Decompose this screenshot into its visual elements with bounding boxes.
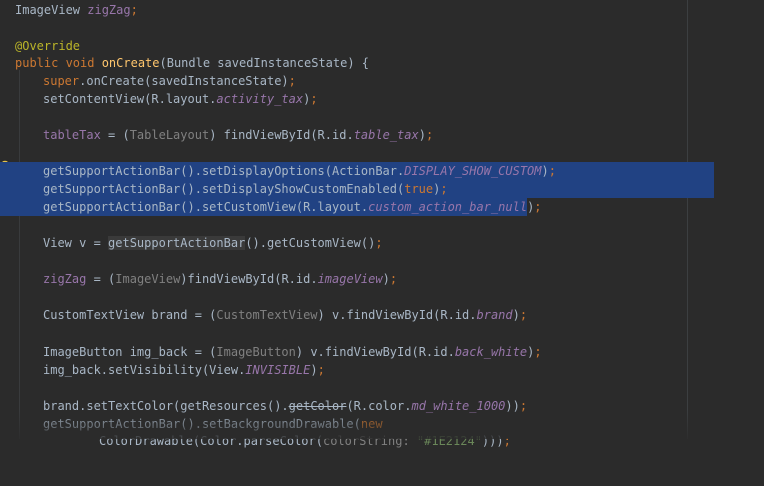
code-line-12[interactable]: getSupportActionBar().setCustomView(R.la… [0, 198, 542, 216]
call-token: getSupportActionBar().setBackgroundDrawa… [43, 417, 361, 431]
semicolon-token: ; [317, 363, 325, 377]
call-token: getSupportActionBar [108, 236, 246, 250]
code-line-24[interactable]: getSupportActionBar().setBackgroundDrawa… [0, 415, 764, 433]
code-line-1[interactable]: ImageView zigZag; [0, 1, 764, 19]
code-line-21[interactable]: img_back.setVisibility(View.INVISIBLE); [0, 361, 764, 379]
semicolon-token: ; [519, 308, 528, 322]
code-line-18[interactable]: CustomTextView brand = (CustomTextView) … [0, 306, 764, 324]
semicolon-token: ; [534, 345, 542, 359]
paren-token: )) [505, 399, 520, 413]
code-line-6[interactable]: setContentView(R.layout.activity_tax); [0, 90, 764, 108]
call-token: ().getCustomView() [245, 236, 376, 250]
code-line-5[interactable]: super.onCreate(savedInstanceState); [0, 72, 764, 90]
assign-token: = ( [86, 272, 116, 286]
call-token: getSupportActionBar().setDisplayShowCust… [43, 182, 405, 196]
cast-token: ImageView [115, 272, 181, 286]
field-token: imageView [317, 272, 383, 286]
field-token: table_tax [353, 128, 419, 142]
code-line-25[interactable]: ColorDrawable(Color.parseColor(colorStri… [0, 432, 764, 450]
paren-token: ))) [481, 434, 504, 448]
semicolon-token: ; [389, 272, 398, 286]
string-token: "#1E2124" [416, 434, 482, 448]
code-line-14[interactable]: View v = getSupportActionBar().getCustom… [0, 234, 764, 252]
field-token: md_white_1000 [411, 399, 506, 413]
decl-token: ImageButton img_back = ( [43, 345, 217, 359]
annotation-token: @Override [15, 39, 81, 53]
semicolon-token: ; [288, 74, 296, 88]
code-line-11[interactable]: getSupportActionBar().setDisplayShowCust… [0, 180, 714, 198]
type-token: ImageView [15, 3, 88, 17]
call-token: ) v.findViewById(R.id. [317, 308, 477, 322]
call-token: getSupportActionBar().setCustomView(R.la… [43, 200, 369, 214]
call-token: img_back.setVisibility(View. [43, 363, 246, 377]
field-token: back_white [454, 345, 528, 359]
field-token: DISPLAY_SHOW_CUSTOM [404, 164, 542, 178]
code-line-10[interactable]: getSupportActionBar().setDisplayOptions(… [0, 162, 714, 180]
paren-token: ) [512, 308, 520, 322]
semicolon-token: ; [440, 182, 448, 196]
call-token: setContentView(R.layout. [43, 92, 217, 106]
params-token: (Bundle savedInstanceState) { [159, 56, 370, 70]
paren-token: ) [310, 363, 318, 377]
param-hint-token: colorString: [322, 434, 417, 448]
call-token: ColorDrawable(Color.parseColor( [99, 434, 323, 448]
code-line-23[interactable]: brand.setTextColor(getResources().getCol… [0, 397, 764, 415]
semicolon-token: ; [503, 434, 511, 448]
cast-token: ImageButton [216, 345, 296, 359]
call-token: getSupportActionBar().setDisplayOptions(… [43, 164, 405, 178]
semicolon-token: ; [310, 92, 318, 106]
call-token: ) v.findViewById(R.id. [295, 345, 455, 359]
field-token: tableTax [43, 128, 101, 142]
method-name-token: onCreate [101, 56, 160, 70]
semicolon-token: ; [519, 399, 528, 413]
paren-token: ) [418, 128, 426, 142]
field-token: zigZag [87, 3, 131, 17]
keyword-token: public void [15, 56, 102, 70]
semicolon-token: ; [130, 3, 138, 17]
semicolon-token: ; [548, 164, 556, 178]
keyword-token: true [404, 182, 434, 196]
paren-token: ) [382, 272, 390, 286]
call-token: brand.setTextColor(getResources(). [43, 399, 289, 413]
field-token: INVISIBLE [245, 363, 311, 377]
code-line-4[interactable]: public void onCreate(Bundle savedInstanc… [0, 54, 764, 72]
deprecated-call-token: getColor [288, 399, 347, 413]
semicolon-token: ; [534, 200, 542, 214]
field-token: activity_tax [216, 92, 304, 106]
cast-token: TableLayout [129, 128, 210, 142]
decl-token: View v = [43, 236, 109, 250]
code-editor[interactable]: ImageView zigZag; @Override public void … [0, 0, 764, 448]
paren-token: ) [541, 164, 549, 178]
field-token: zigZag [43, 272, 87, 286]
code-line-3[interactable]: @Override [0, 37, 764, 55]
call-token: )findViewById(R.id. [180, 272, 318, 286]
semicolon-token: ; [425, 128, 434, 142]
call-token: (R.color. [346, 399, 412, 413]
keyword-token: super [43, 74, 80, 88]
call-token: ) findViewById(R.id. [209, 128, 354, 142]
keyword-token: new [360, 417, 383, 431]
field-token: brand [476, 308, 513, 322]
field-token: custom_action_bar_null [368, 200, 528, 214]
code-line-16[interactable]: zigZag = (ImageView)findViewById(R.id.im… [0, 270, 764, 288]
call-token: .onCreate(savedInstanceState) [79, 74, 289, 88]
code-line-8[interactable]: tableTax = (TableLayout) findViewById(R.… [0, 126, 764, 144]
cast-token: CustomTextView [216, 308, 318, 322]
assign-token: = ( [100, 128, 130, 142]
semicolon-token: ; [375, 236, 383, 250]
decl-token: CustomTextView brand = ( [43, 308, 217, 322]
code-line-20[interactable]: ImageButton img_back = (ImageButton) v.f… [0, 343, 764, 361]
